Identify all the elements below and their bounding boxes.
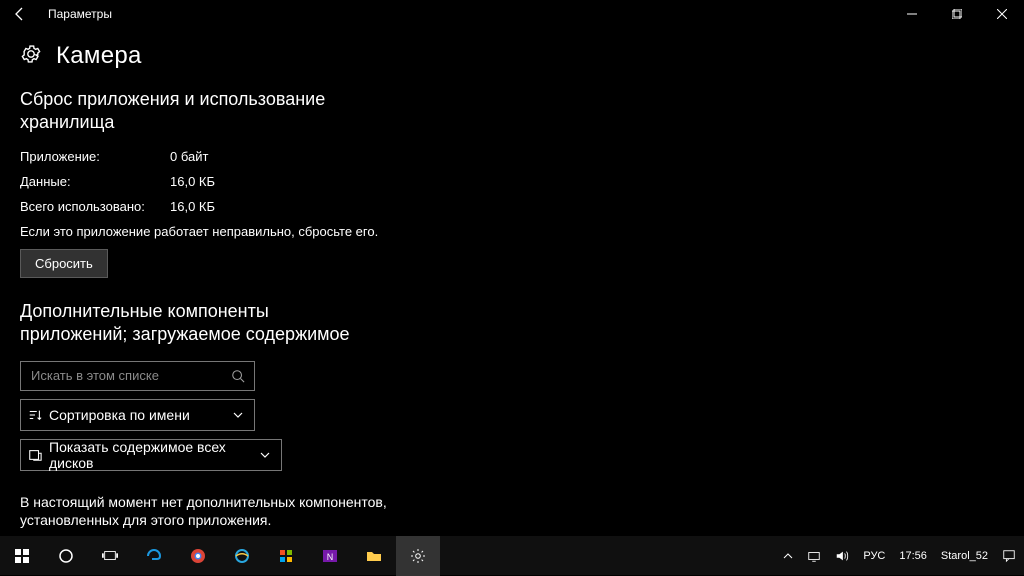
- tray-clock[interactable]: 17:56: [895, 536, 931, 576]
- taskbar-app-ie[interactable]: [220, 536, 264, 576]
- section-addons: Дополнительные компоненты приложений; за…: [20, 300, 1004, 531]
- back-button[interactable]: [0, 0, 40, 28]
- tray-action-center[interactable]: [998, 536, 1020, 576]
- ie-icon: [234, 548, 250, 564]
- speaker-icon: [835, 549, 849, 563]
- storage-label: Приложение:: [20, 149, 170, 164]
- windows-icon: [14, 548, 30, 564]
- taskbar-app-chrome[interactable]: [176, 536, 220, 576]
- tray-network[interactable]: [803, 536, 825, 576]
- edge-icon: [146, 548, 162, 564]
- gear-icon: [20, 43, 42, 70]
- chrome-icon: [190, 548, 206, 564]
- addons-search-box[interactable]: [20, 361, 255, 391]
- notifications-icon: [1002, 549, 1016, 563]
- maximize-button[interactable]: [934, 0, 979, 28]
- minimize-button[interactable]: [889, 0, 934, 28]
- store-icon: [278, 548, 294, 564]
- section-reset-title: Сброс приложения и использование хранили…: [20, 88, 420, 135]
- task-view-button[interactable]: [88, 536, 132, 576]
- task-view-icon: [102, 548, 118, 564]
- storage-label: Данные:: [20, 174, 170, 189]
- section-addons-title-line1: Дополнительные компоненты: [20, 301, 269, 321]
- tray-user[interactable]: Starol_52: [937, 536, 992, 576]
- window-title: Параметры: [40, 7, 112, 21]
- page-title: Камера: [56, 42, 142, 70]
- title-bar: Параметры: [0, 0, 1024, 28]
- tray-language[interactable]: РУС: [859, 536, 889, 576]
- addons-empty-message: В настоящий момент нет дополнительных ко…: [20, 493, 1004, 531]
- sort-label: Сортировка по имени: [49, 407, 222, 423]
- arrow-left-icon: [12, 6, 28, 22]
- storage-value: 16,0 КБ: [170, 174, 215, 189]
- sort-dropdown[interactable]: Сортировка по имени: [20, 399, 255, 431]
- drives-label: Показать содержимое всех дисков: [49, 439, 249, 471]
- chevron-up-icon: [783, 551, 793, 561]
- taskbar-app-store[interactable]: [264, 536, 308, 576]
- svg-text:N: N: [327, 552, 334, 562]
- page-header: Камера: [0, 28, 1024, 78]
- tray-volume[interactable]: [831, 536, 853, 576]
- onenote-icon: N: [322, 548, 338, 564]
- section-addons-title-line2: приложений; загружаемое содержимое: [20, 324, 350, 344]
- storage-row-data: Данные: 16,0 КБ: [20, 174, 1004, 189]
- circle-icon: [58, 548, 74, 564]
- storage-value: 16,0 КБ: [170, 199, 215, 214]
- close-icon: [997, 9, 1007, 19]
- cortana-button[interactable]: [44, 536, 88, 576]
- storage-label: Всего использовано:: [20, 199, 170, 214]
- reset-help-text: Если это приложение работает неправильно…: [20, 224, 1004, 239]
- search-icon: [222, 369, 254, 383]
- minimize-icon: [907, 9, 917, 19]
- chevron-down-icon: [249, 449, 281, 461]
- storage-value: 0 байт: [170, 149, 208, 164]
- system-tray: РУС 17:56 Starol_52: [779, 536, 1024, 576]
- network-icon: [807, 549, 821, 563]
- section-addons-title: Дополнительные компоненты приложений; за…: [20, 300, 1004, 347]
- taskbar-app-explorer[interactable]: [352, 536, 396, 576]
- content: Сброс приложения и использование хранили…: [0, 78, 1024, 540]
- storage-row-total: Всего использовано: 16,0 КБ: [20, 199, 1004, 214]
- taskbar-app-onenote[interactable]: N: [308, 536, 352, 576]
- close-button[interactable]: [979, 0, 1024, 28]
- taskbar-app-edge[interactable]: [132, 536, 176, 576]
- storage-row-app: Приложение: 0 байт: [20, 149, 1004, 164]
- gear-icon: [410, 548, 426, 564]
- sort-icon: [21, 408, 49, 422]
- drives-dropdown[interactable]: Показать содержимое всех дисков: [20, 439, 282, 471]
- search-input[interactable]: [21, 368, 222, 383]
- drive-icon: [21, 448, 49, 462]
- reset-button[interactable]: Сбросить: [20, 249, 108, 278]
- taskbar: N РУС 17:56 Starol_52: [0, 535, 1024, 575]
- tray-overflow[interactable]: [779, 536, 797, 576]
- restore-icon: [952, 9, 962, 19]
- start-button[interactable]: [0, 536, 44, 576]
- taskbar-app-settings[interactable]: [396, 536, 440, 576]
- chevron-down-icon: [222, 409, 254, 421]
- folder-icon: [366, 548, 382, 564]
